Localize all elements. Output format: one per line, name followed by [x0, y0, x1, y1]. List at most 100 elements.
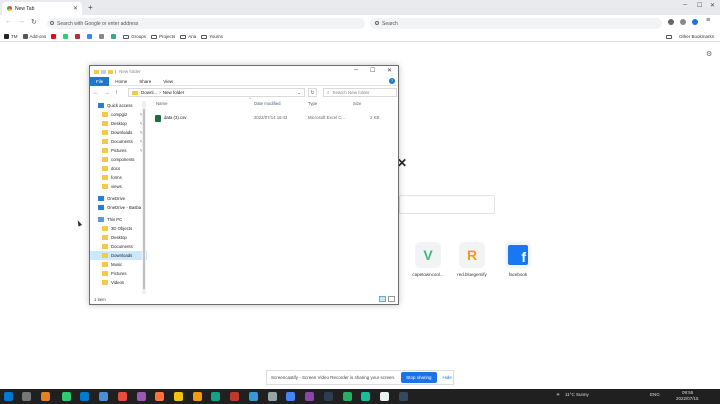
nav-item[interactable]: compgi2✎	[90, 110, 147, 119]
minimize-icon[interactable]: ─	[354, 67, 358, 73]
tab-home[interactable]: Home	[109, 79, 133, 84]
help-icon[interactable]: ?	[389, 78, 395, 84]
app-icon[interactable]	[249, 392, 258, 401]
file-explorer-icon[interactable]	[174, 392, 183, 401]
nav-item[interactable]: Music	[90, 260, 147, 269]
search-bar[interactable]: Search	[370, 18, 662, 29]
bookmark-item[interactable]: Groups	[123, 34, 146, 39]
app-icon[interactable]	[41, 392, 50, 401]
nav-item[interactable]: OneDrive	[90, 194, 147, 203]
bookmark-item[interactable]	[111, 34, 118, 39]
nav-item[interactable]: Documents	[90, 242, 147, 251]
app-icon[interactable]	[361, 392, 370, 401]
maximize-icon[interactable]: ☐	[370, 67, 375, 74]
app-icon[interactable]	[230, 392, 239, 401]
account-icon[interactable]	[692, 19, 698, 25]
menu-icon[interactable]: ≡	[706, 17, 710, 24]
forward-icon[interactable]: →	[104, 90, 112, 96]
app-icon[interactable]	[118, 392, 127, 401]
nav-item[interactable]: docs	[90, 164, 147, 173]
clock-date[interactable]: 2022/07/15	[676, 396, 699, 401]
page-search-box[interactable]	[399, 195, 495, 214]
tab-share[interactable]: Share	[133, 79, 157, 84]
app-icon[interactable]	[343, 392, 352, 401]
weather-text[interactable]: 11°C Sunny	[565, 392, 589, 397]
bookmark-item[interactable]: TM	[4, 34, 18, 39]
language-indicator[interactable]: ENG	[650, 392, 660, 397]
new-tab-button[interactable]: +	[88, 3, 93, 12]
shortcut-facebook[interactable]: f facebook	[494, 242, 542, 277]
up-icon[interactable]: ↑	[115, 90, 123, 96]
bookmark-item[interactable]: Projects	[151, 34, 175, 39]
chrome-icon[interactable]	[286, 392, 295, 401]
maximize-icon[interactable]: ☐	[697, 2, 702, 9]
nav-item[interactable]: Downloads	[90, 251, 147, 260]
reload-icon[interactable]: ↻	[31, 18, 37, 26]
new-folder-icon[interactable]	[108, 69, 113, 74]
close-window-icon[interactable]: ✕	[710, 2, 715, 9]
bookmark-item[interactable]	[51, 34, 58, 39]
nav-item[interactable]: forms	[90, 173, 147, 182]
file-row[interactable]: data (3).csv 2022/07/14 16:42 Microsoft …	[150, 113, 398, 122]
app-icon[interactable]	[193, 392, 202, 401]
tab-view[interactable]: View	[157, 79, 179, 84]
bookmark-item[interactable]: Add-ons	[22, 34, 46, 39]
bookmark-item[interactable]	[99, 34, 106, 39]
column-type[interactable]: Type	[308, 101, 317, 106]
weather-icon[interactable]: ☀	[556, 392, 560, 398]
shortcut-red-bluegemify[interactable]: R red.bluegemify	[448, 242, 496, 277]
details-view-icon[interactable]	[379, 296, 386, 302]
forward-icon[interactable]: →	[18, 18, 25, 25]
app-icon[interactable]	[268, 392, 277, 401]
downloads-icon[interactable]	[680, 19, 686, 25]
refresh-icon[interactable]: ↻	[308, 88, 317, 97]
vscode-icon[interactable]	[80, 392, 89, 401]
column-size[interactable]: Size	[353, 101, 361, 106]
clock-time[interactable]: 09:55	[682, 390, 693, 395]
stop-sharing-button[interactable]: Stop sharing	[401, 372, 437, 383]
app-icon[interactable]	[324, 392, 333, 401]
bookmark-item[interactable]	[87, 34, 94, 39]
search-icon[interactable]	[22, 392, 31, 401]
nav-item[interactable]: views	[90, 182, 147, 191]
tab-file[interactable]: File	[90, 76, 110, 86]
nav-scrollbar[interactable]	[142, 101, 146, 294]
bookmark-item[interactable]	[63, 34, 70, 39]
close-icon[interactable]: ✕	[73, 5, 78, 12]
nav-item[interactable]: OneDrive - Basba	[90, 203, 147, 212]
spotify-icon[interactable]	[62, 392, 71, 401]
properties-icon[interactable]	[101, 69, 106, 74]
nav-item[interactable]: 3D Objects	[90, 224, 147, 233]
app-icon[interactable]	[399, 392, 408, 401]
firefox-icon[interactable]	[155, 392, 164, 401]
close-icon[interactable]: ✕	[387, 67, 392, 74]
bookmark-item[interactable]: Ana	[180, 34, 196, 39]
app-icon[interactable]	[211, 392, 220, 401]
nav-item[interactable]: Videos	[90, 278, 147, 287]
large-icons-view-icon[interactable]	[388, 296, 395, 302]
other-bookmarks[interactable]: Other Bookmarks	[665, 34, 714, 39]
settings-gear-icon[interactable]: ⚙	[706, 50, 712, 58]
back-icon[interactable]: ←	[5, 18, 12, 25]
column-date-modified[interactable]: Date modified	[254, 101, 281, 106]
tab-new-tab[interactable]: New Tab ✕	[2, 2, 82, 15]
nav-item[interactable]: Desktop	[90, 233, 147, 242]
app-icon[interactable]	[305, 392, 314, 401]
minimize-icon[interactable]: ─	[683, 2, 687, 8]
hide-button[interactable]: Hide	[443, 375, 452, 380]
nav-item[interactable]: Pictures✎	[90, 146, 147, 155]
nav-item[interactable]: Documents✎	[90, 137, 147, 146]
app-icon[interactable]	[99, 392, 108, 401]
nav-item[interactable]: Desktop✎	[90, 119, 147, 128]
bookmark-item[interactable]: Youms	[201, 34, 223, 39]
chevron-down-icon[interactable]: ⌄	[297, 90, 301, 96]
column-name[interactable]: Name	[156, 101, 167, 106]
nav-item[interactable]: Pictures	[90, 269, 147, 278]
nav-item[interactable]: Quick access	[90, 101, 147, 110]
app-icon[interactable]	[380, 392, 389, 401]
path-segment[interactable]: Downl...	[141, 90, 157, 95]
pocket-icon[interactable]	[668, 19, 674, 25]
app-icon[interactable]	[137, 392, 146, 401]
nav-item[interactable]: This PC	[90, 215, 147, 224]
explorer-search-input[interactable]: ⌕ Search New folder	[323, 88, 397, 97]
